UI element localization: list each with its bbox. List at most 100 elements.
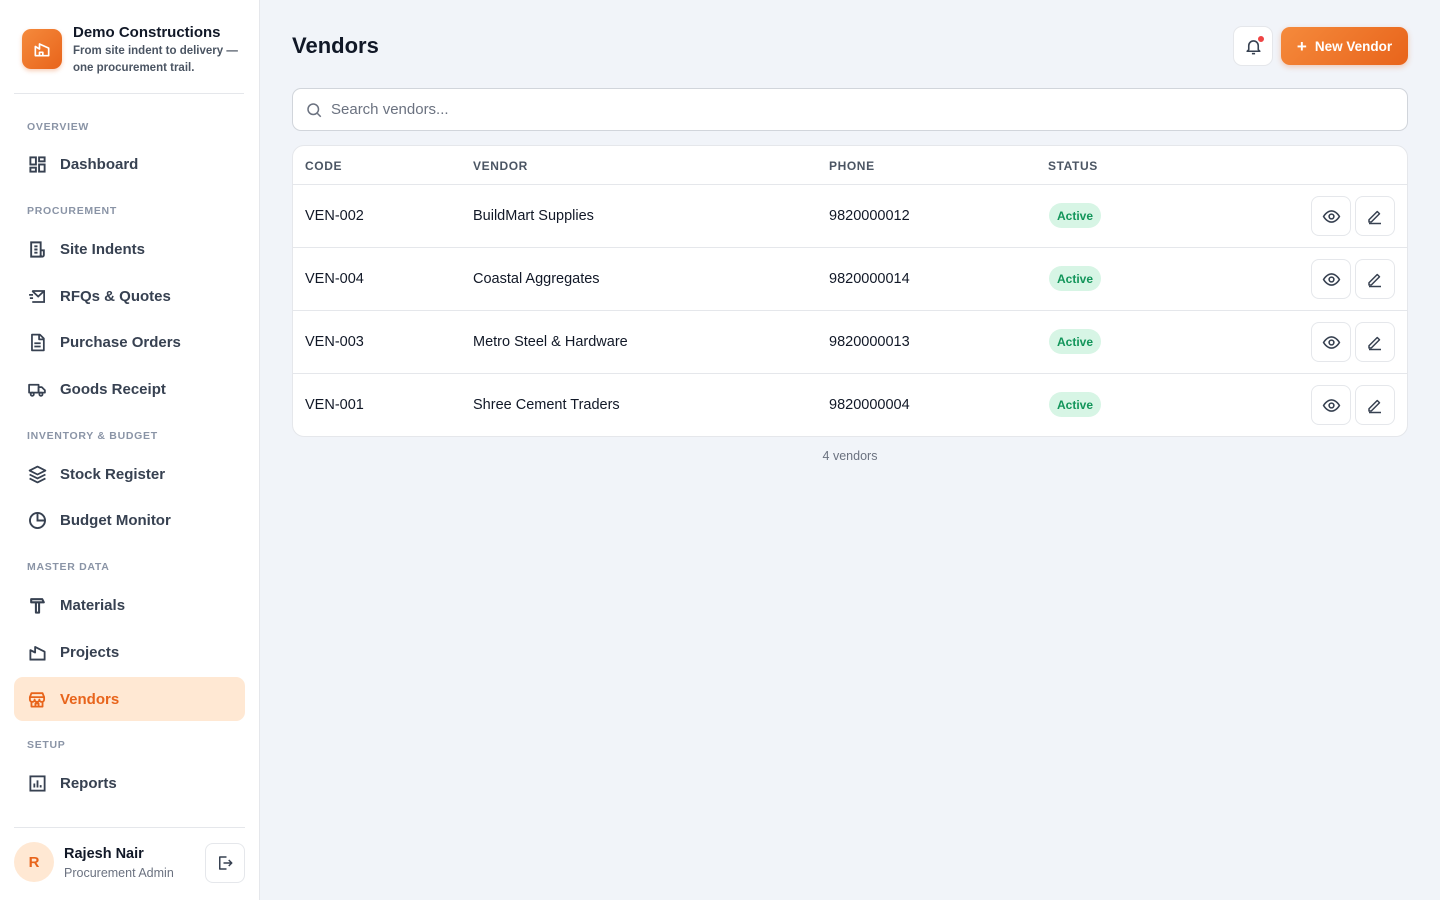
sidebar-item-label: Dashboard — [60, 155, 139, 173]
sidebar-item-label: Reports — [60, 774, 117, 792]
search-bar — [292, 88, 1408, 131]
new-vendor-label: New Vendor — [1314, 38, 1393, 54]
table-row: VEN-002 BuildMart Supplies 9820000012 Ac… — [293, 185, 1407, 248]
pencil-icon — [1368, 210, 1381, 225]
sidebar-item-vendors[interactable]: Vendors — [14, 677, 245, 721]
table-row: VEN-001 Shree Cement Traders 9820000004 … — [293, 374, 1407, 436]
brand-tagline: From site indent to delivery — one procu… — [73, 45, 238, 74]
section-setup: SETUP — [27, 739, 66, 751]
building-icon — [34, 43, 50, 57]
notification-dot — [1257, 35, 1265, 43]
notifications-button[interactable] — [1233, 26, 1273, 66]
status-badge: Active — [1049, 329, 1102, 354]
pencil-icon — [1368, 336, 1381, 351]
pie-chart-icon — [27, 510, 47, 530]
sidebar-item-label: RFQs & Quotes — [60, 287, 171, 305]
dashboard-grid-icon — [27, 154, 47, 174]
view-button[interactable] — [1311, 385, 1351, 425]
eye-icon — [1322, 209, 1340, 223]
column-header-phone: PHONE — [829, 159, 875, 173]
building-icon — [27, 642, 47, 662]
edit-button[interactable] — [1355, 196, 1395, 236]
table-row: VEN-003 Metro Steel & Hardware 982000001… — [293, 311, 1407, 374]
sidebar-item-projects[interactable]: Projects — [14, 630, 245, 674]
edit-button[interactable] — [1355, 322, 1395, 362]
status-badge: Active — [1049, 392, 1102, 417]
table-row: VEN-004 Coastal Aggregates 9820000014 Ac… — [293, 248, 1407, 311]
mail-send-icon — [27, 286, 47, 306]
sidebar-item-label: Stock Register — [60, 465, 166, 483]
vendor-phone: 9820000012 — [829, 208, 910, 224]
sidebar-item-reports[interactable]: Reports — [14, 761, 245, 805]
section-inventory-budget: INVENTORY & BUDGET — [27, 430, 158, 442]
sidebar-item-stock-register[interactable]: Stock Register — [14, 452, 245, 496]
section-overview: OVERVIEW — [27, 121, 90, 133]
bar-chart-icon — [27, 773, 47, 793]
vendor-name: BuildMart Supplies — [473, 208, 594, 224]
sidebar-item-rfqs[interactable]: RFQs & Quotes — [14, 274, 245, 318]
hammer-icon — [27, 595, 47, 615]
edit-button[interactable] — [1355, 385, 1395, 425]
eye-icon — [1322, 335, 1340, 349]
column-header-vendor: VENDOR — [473, 159, 528, 173]
truck-icon — [27, 379, 47, 399]
sidebar-item-label: Materials — [60, 596, 126, 614]
sidebar-item-label: Purchase Orders — [60, 333, 181, 351]
vendor-phone: 9820000014 — [829, 271, 910, 287]
vendor-code: VEN-001 — [305, 397, 364, 413]
brand-name: Demo Constructions — [73, 24, 221, 41]
vendor-code: VEN-004 — [305, 271, 364, 287]
plus-icon: + — [1296, 36, 1307, 56]
sidebar-item-label: Projects — [60, 643, 120, 661]
document-list-icon — [27, 239, 47, 259]
sidebar-item-label: Budget Monitor — [60, 511, 171, 529]
section-procurement: PROCUREMENT — [27, 205, 117, 217]
page-title: Vendors — [292, 33, 379, 58]
sidebar-item-budget-monitor[interactable]: Budget Monitor — [14, 498, 245, 542]
sidebar-item-label: Vendors — [60, 690, 120, 708]
sidebar-item-dashboard[interactable]: Dashboard — [14, 142, 245, 186]
vendor-code: VEN-002 — [305, 208, 364, 224]
section-master-data: MASTER DATA — [27, 561, 110, 573]
sidebar-item-label: Goods Receipt — [60, 380, 166, 398]
user-profile: R Rajesh Nair Procurement Admin — [14, 827, 245, 900]
vendor-phone: 9820000013 — [829, 334, 910, 350]
user-name: Rajesh Nair — [64, 846, 144, 862]
new-vendor-button[interactable]: + New Vendor — [1281, 27, 1408, 65]
eye-icon — [1322, 272, 1340, 286]
sidebar-item-goods-receipt[interactable]: Goods Receipt — [14, 367, 245, 411]
column-header-code: CODE — [305, 159, 343, 173]
sidebar-item-materials[interactable]: Materials — [14, 583, 245, 627]
edit-button[interactable] — [1355, 259, 1395, 299]
vendor-name: Coastal Aggregates — [473, 271, 600, 287]
logout-button[interactable] — [205, 843, 245, 883]
vendor-code: VEN-003 — [305, 334, 364, 350]
sidebar: Demo Constructions From site indent to d… — [0, 0, 260, 900]
avatar: R — [14, 842, 54, 882]
view-button[interactable] — [1311, 322, 1351, 362]
sidebar-item-site-indents[interactable]: Site Indents — [14, 227, 245, 271]
eye-icon — [1322, 398, 1340, 412]
vendor-phone: 9820000004 — [829, 397, 910, 413]
logout-icon — [219, 856, 233, 870]
vendor-name: Shree Cement Traders — [473, 397, 620, 413]
table-header: CODE VENDOR PHONE STATUS — [293, 146, 1407, 185]
column-header-status: STATUS — [1048, 159, 1098, 173]
pencil-icon — [1368, 399, 1381, 414]
pencil-icon — [1368, 273, 1381, 288]
layers-icon — [27, 464, 47, 484]
search-input[interactable] — [331, 89, 1391, 130]
sidebar-item-label: Site Indents — [60, 240, 146, 258]
document-icon — [27, 332, 47, 352]
vendor-name: Metro Steel & Hardware — [473, 334, 628, 350]
brand-header: Demo Constructions From site indent to d… — [14, 14, 244, 94]
status-badge: Active — [1049, 266, 1102, 291]
view-button[interactable] — [1311, 259, 1351, 299]
vendor-count: 4 vendors — [822, 449, 878, 463]
store-icon — [27, 689, 47, 709]
user-role: Procurement Admin — [64, 866, 174, 880]
brand-logo — [22, 29, 62, 69]
view-button[interactable] — [1311, 196, 1351, 236]
sidebar-item-purchase-orders[interactable]: Purchase Orders — [14, 320, 245, 364]
vendors-table: CODE VENDOR PHONE STATUS VEN-002 BuildMa… — [292, 145, 1408, 437]
